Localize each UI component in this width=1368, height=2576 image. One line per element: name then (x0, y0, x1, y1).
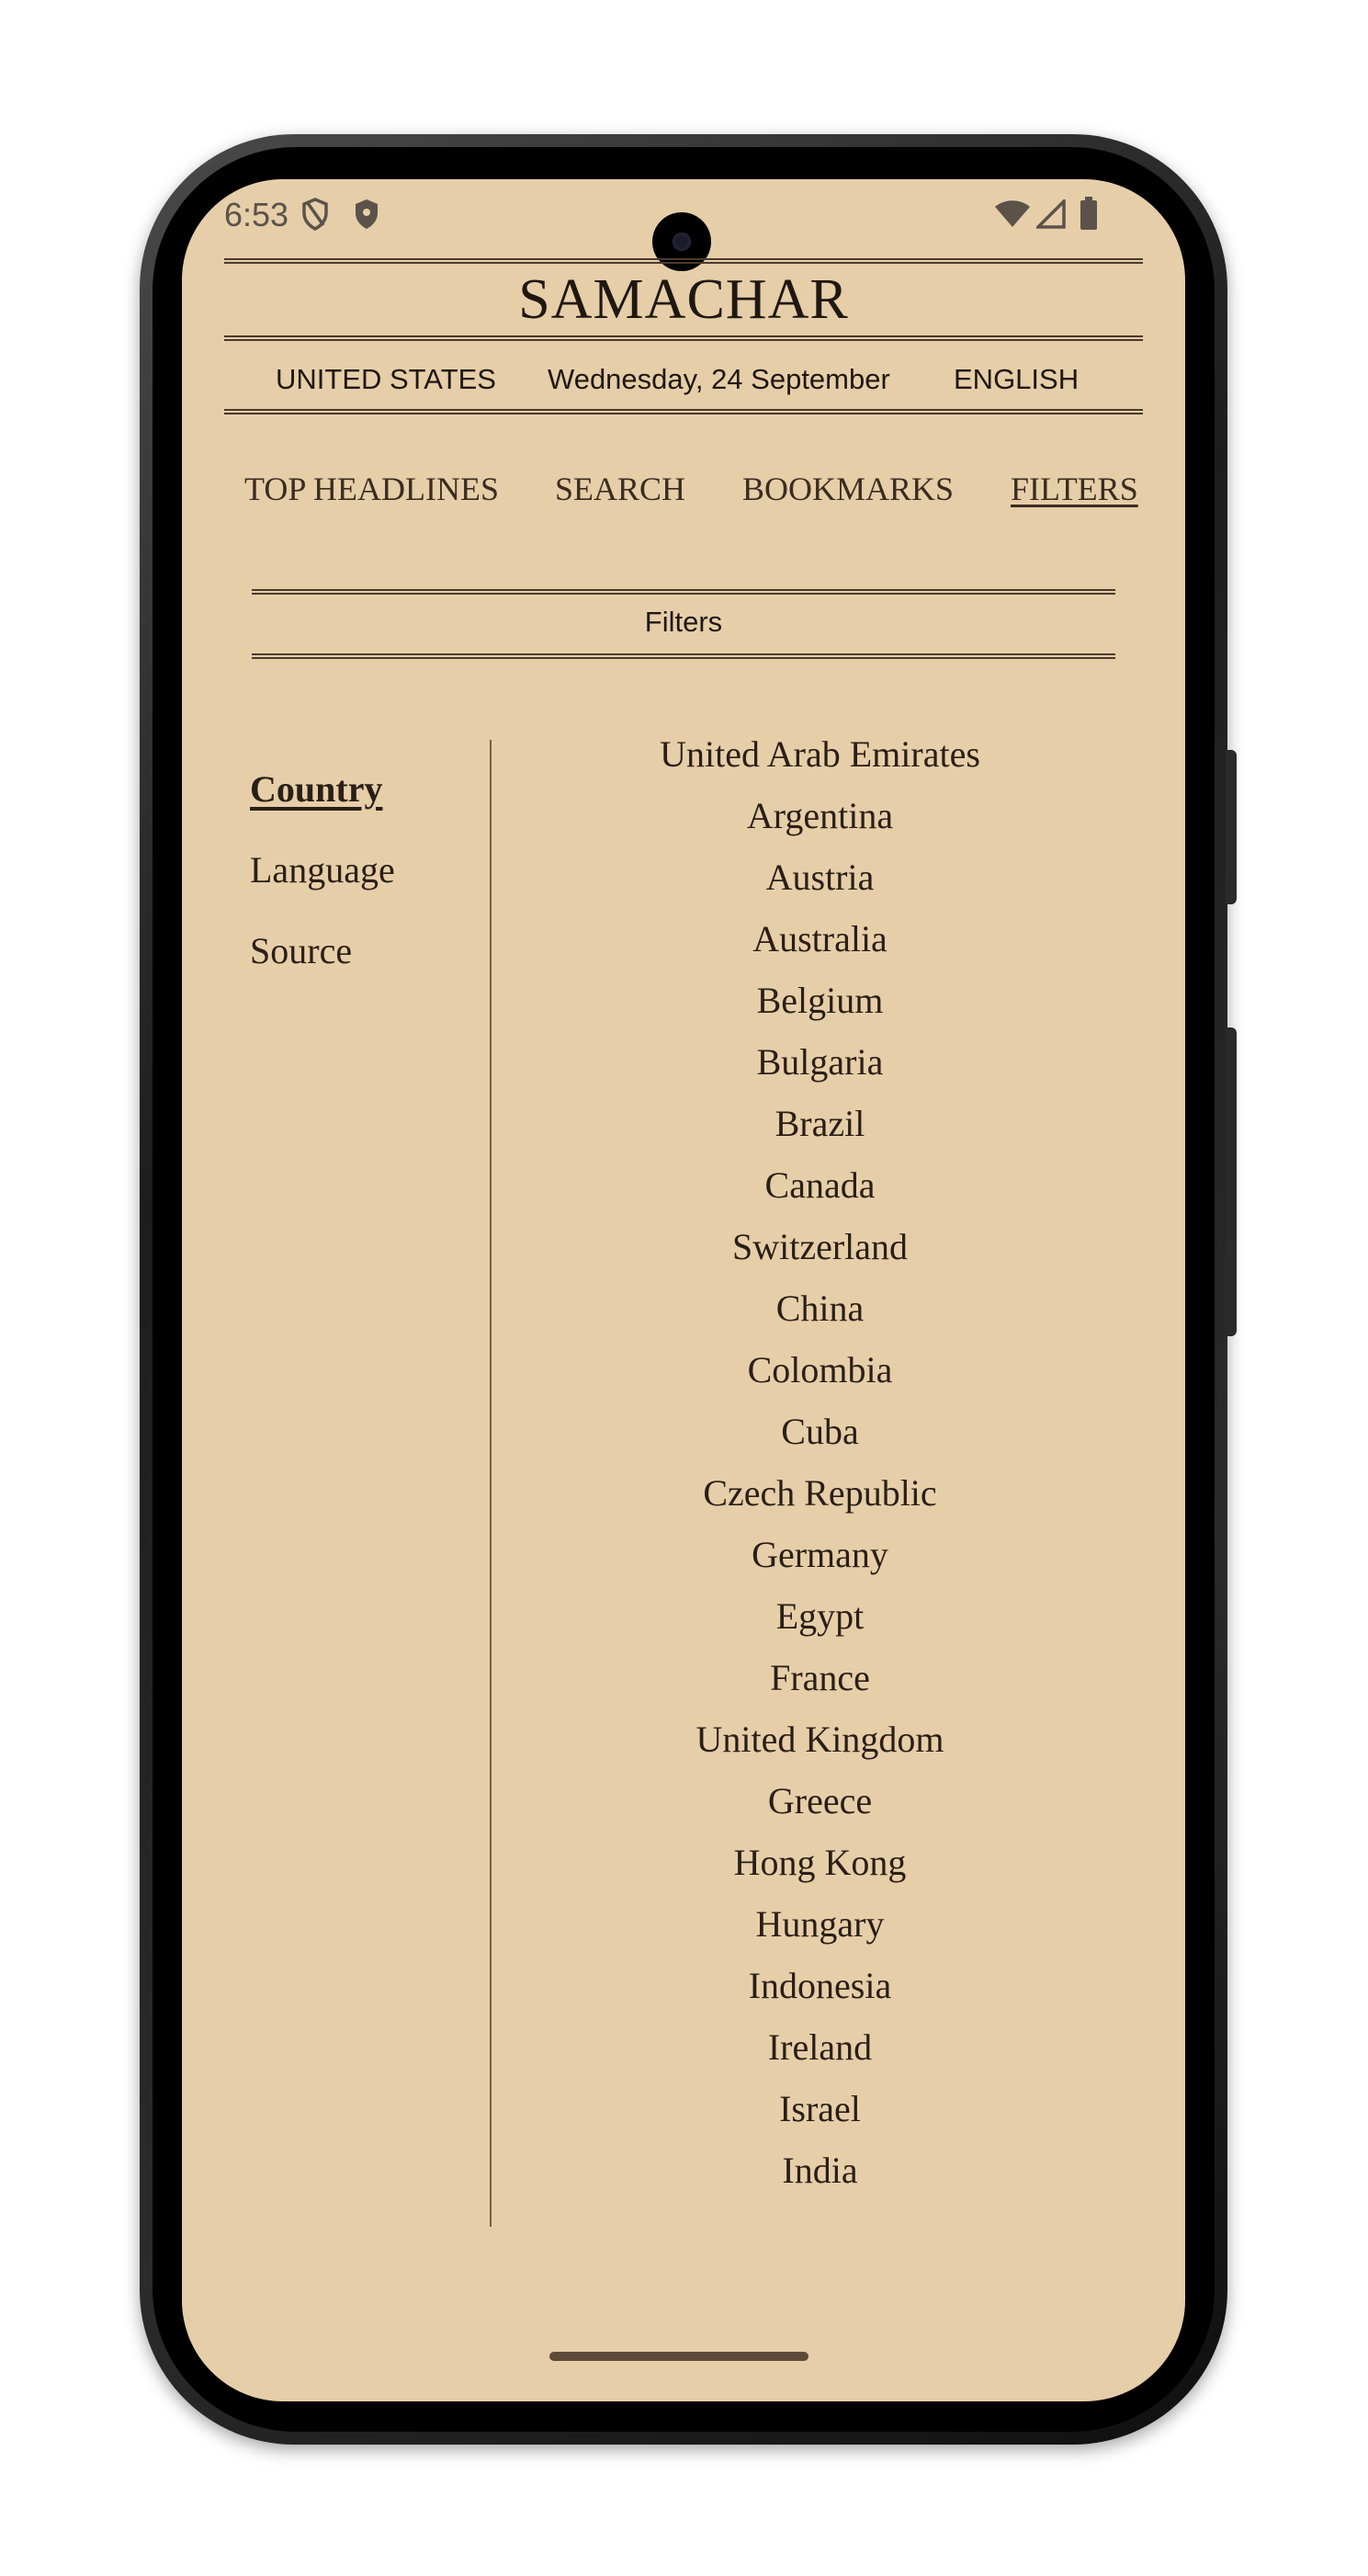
home-indicator[interactable] (549, 2352, 808, 2361)
main-nav: TOP HEADLINES SEARCH BOOKMARKS FILTERS (182, 464, 1185, 519)
app-screen: 6:53 SAMACHAR UNITED STATES Wednesday, 2… (182, 179, 1185, 2401)
country-item[interactable]: Argentina (492, 785, 1148, 846)
country-item[interactable]: Bulgaria (492, 1031, 1148, 1093)
country-item[interactable]: Australia (492, 908, 1148, 970)
country-item[interactable]: United Kingdom (492, 1708, 1148, 1770)
country-item[interactable]: China (492, 1277, 1148, 1339)
shield-outline-icon (301, 198, 329, 235)
country-list: United Arab Emirates Argentina Austria A… (492, 723, 1148, 2201)
filter-category-country[interactable]: Country (250, 749, 470, 830)
country-item[interactable]: Israel (492, 2078, 1148, 2139)
nav-bookmarks[interactable]: BOOKMARKS (742, 470, 954, 508)
country-item[interactable]: Austria (492, 846, 1148, 908)
nav-top-headlines[interactable]: TOP HEADLINES (244, 470, 499, 508)
country-item[interactable]: Egypt (492, 1585, 1148, 1647)
country-label: UNITED STATES (276, 363, 496, 395)
filter-category-language[interactable]: Language (250, 830, 470, 911)
country-item[interactable]: Germany (492, 1524, 1148, 1585)
nav-search[interactable]: SEARCH (555, 470, 685, 508)
language-label: ENGLISH (954, 363, 1080, 395)
filters-bottom-rule (252, 653, 1115, 659)
filters-top-rule (252, 589, 1115, 595)
nav-filters[interactable]: FILTERS (1011, 470, 1138, 508)
country-item[interactable]: Colombia (492, 1339, 1148, 1401)
country-item[interactable]: Hungary (492, 1893, 1148, 1955)
filters-title: Filters (644, 606, 723, 638)
country-item[interactable]: France (492, 1647, 1148, 1708)
status-bar: 6:53 (182, 179, 1185, 271)
country-item[interactable]: Cuba (492, 1401, 1148, 1462)
country-item[interactable]: Greece (492, 1770, 1148, 1832)
masthead-bottom-rule (224, 409, 1143, 414)
country-item[interactable]: United Arab Emirates (492, 723, 1148, 785)
country-item[interactable]: Switzerland (492, 1216, 1148, 1277)
filter-category-menu: Country Language Source (250, 749, 470, 992)
country-item[interactable]: Canada (492, 1154, 1148, 1216)
power-button (1226, 750, 1237, 904)
country-item[interactable]: Hong Kong (492, 1832, 1148, 1893)
country-item[interactable]: Indonesia (492, 1955, 1148, 2016)
shield-filled-icon (353, 198, 380, 235)
masthead-middle-rule (224, 335, 1143, 341)
masthead-meta-row: UNITED STATES Wednesday, 24 September EN… (224, 352, 1143, 407)
filter-category-source[interactable]: Source (250, 911, 470, 992)
wifi-icon (994, 199, 1031, 233)
status-time: 6:53 (224, 196, 289, 233)
battery-icon (1079, 196, 1099, 235)
masthead-top-rule (224, 258, 1143, 264)
volume-button (1226, 1027, 1237, 1336)
cellular-signal-icon (1034, 197, 1066, 233)
country-item[interactable]: India (492, 2139, 1148, 2201)
date-label: Wednesday, 24 September (548, 363, 890, 395)
masthead-title: SAMACHAR (518, 268, 849, 331)
country-item[interactable]: Ireland (492, 2016, 1148, 2078)
country-item[interactable]: Belgium (492, 970, 1148, 1031)
country-item[interactable]: Brazil (492, 1093, 1148, 1154)
country-item[interactable]: Czech Republic (492, 1462, 1148, 1524)
